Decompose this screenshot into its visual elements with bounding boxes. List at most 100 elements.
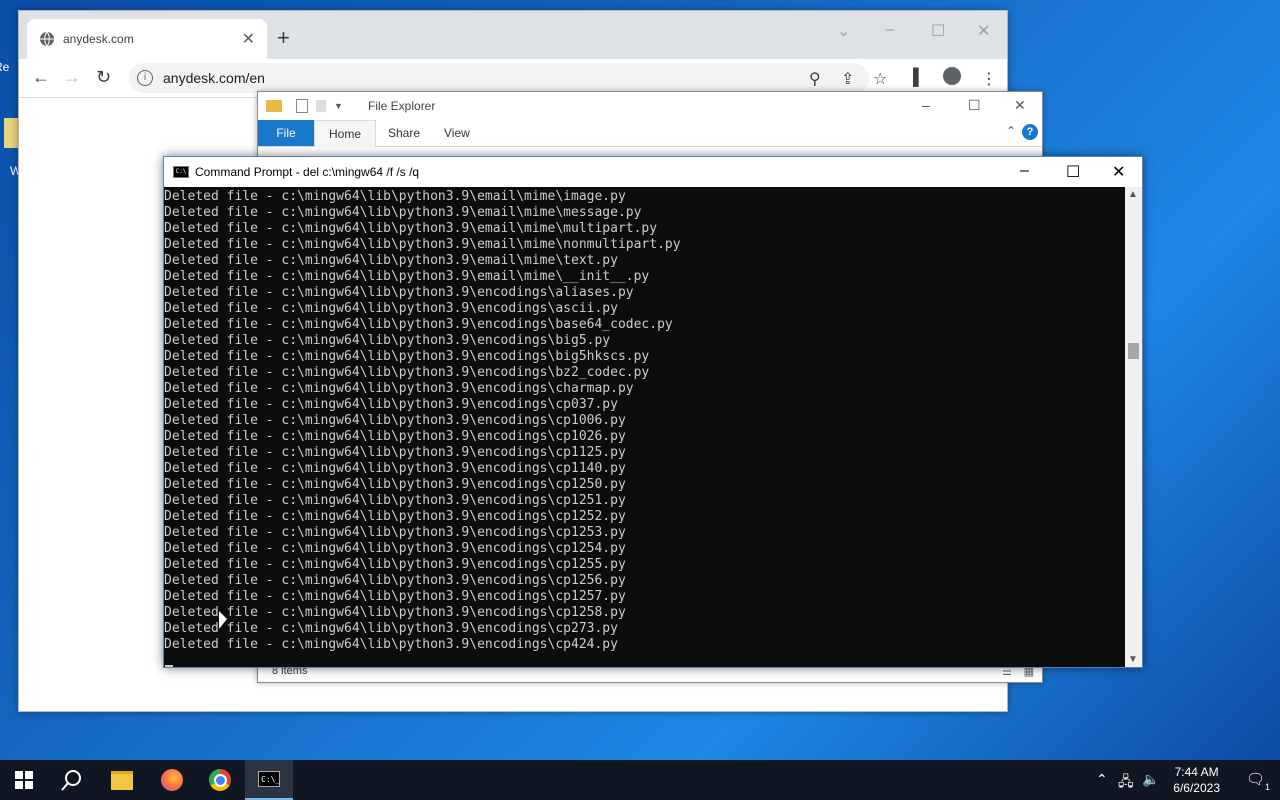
console-line: Deleted file - c:\mingw64\lib\python3.9\…	[164, 301, 618, 316]
explorer-titlebar: ▼ File Explorer – ☐ ✕	[258, 92, 1042, 120]
start-button[interactable]	[0, 760, 48, 800]
console-line: Deleted file - c:\mingw64\lib\python3.9\…	[164, 333, 611, 348]
taskbar-chrome[interactable]	[196, 760, 244, 800]
taskbar-command-prompt[interactable]: C:\_	[245, 760, 293, 800]
chrome-icon	[209, 769, 231, 791]
text-cursor	[165, 665, 173, 667]
zoom-search-icon[interactable]: ⚲	[809, 69, 821, 89]
clock-date: 6/6/2023	[1173, 781, 1220, 795]
console-line: Deleted file - c:\mingw64\lib\python3.9\…	[164, 189, 626, 204]
dropdown-arrow-icon[interactable]: ▼	[334, 101, 343, 111]
console-line: Deleted file - c:\mingw64\lib\python3.9\…	[164, 461, 626, 476]
menu-kebab-icon[interactable]: ⋮	[981, 69, 997, 89]
notification-count: 1	[1264, 782, 1270, 792]
tab-close-icon[interactable]: ✕	[242, 29, 255, 49]
console-line: Deleted file - c:\mingw64\lib\python3.9\…	[164, 317, 673, 332]
console-line: Deleted file - c:\mingw64\lib\python3.9\…	[164, 365, 650, 380]
show-hidden-icons-icon[interactable]: ⌃	[1096, 771, 1108, 788]
ribbon-tabs: File Home Share View ⌃ ?	[258, 120, 1042, 147]
taskbar-file-explorer[interactable]	[98, 760, 146, 800]
console-line: Deleted file - c:\mingw64\lib\python3.9\…	[164, 285, 634, 300]
maximize-icon[interactable]: ☐	[931, 21, 945, 41]
close-icon[interactable]: ✕	[1014, 97, 1026, 114]
action-center-button[interactable]: 🗨 1	[1246, 770, 1270, 792]
console-line: Deleted file - c:\mingw64\lib\python3.9\…	[164, 205, 642, 220]
share-icon[interactable]: ⇪	[841, 69, 854, 89]
console-line: Deleted file - c:\mingw64\lib\python3.9\…	[164, 637, 618, 652]
console-line: Deleted file - c:\mingw64\lib\python3.9\…	[164, 477, 626, 492]
tab-file[interactable]: File	[258, 120, 314, 146]
console-line: Deleted file - c:\mingw64\lib\python3.9\…	[164, 445, 626, 460]
folder-icon	[266, 100, 282, 112]
console-line: Deleted file - c:\mingw64\lib\python3.9\…	[164, 413, 626, 428]
site-info-icon[interactable]: i	[137, 70, 153, 86]
search-icon	[61, 770, 81, 791]
console-line: Deleted file - c:\mingw64\lib\python3.9\…	[164, 221, 658, 236]
console-line: Deleted file - c:\mingw64\lib\python3.9\…	[164, 541, 626, 556]
system-clock[interactable]: 7:44 AM 6/6/2023	[1173, 764, 1220, 796]
minimize-icon[interactable]: –	[885, 21, 894, 39]
search-button[interactable]	[48, 760, 96, 800]
profile-avatar-icon[interactable]	[943, 67, 961, 85]
console-line: Deleted file - c:\mingw64\lib\python3.9\…	[164, 397, 618, 412]
tab-title: anydesk.com	[63, 32, 134, 46]
new-folder-icon[interactable]	[316, 100, 326, 112]
address-bar[interactable]: i anydesk.com/en	[129, 63, 869, 93]
tab-share[interactable]: Share	[374, 120, 434, 146]
console-line: Deleted file - c:\mingw64\lib\python3.9\…	[164, 621, 618, 636]
firefox-icon	[161, 769, 183, 791]
forward-icon[interactable]: →	[63, 67, 81, 88]
desktop-icon-label: Re	[0, 60, 10, 74]
chrome-tab-active[interactable]: anydesk.com ✕	[27, 19, 267, 59]
file-explorer-icon	[111, 770, 133, 790]
console-line: Deleted file - c:\mingw64\lib\python3.9\…	[164, 429, 626, 444]
console-line: Deleted file - c:\mingw64\lib\python3.9\…	[164, 589, 626, 604]
scroll-down-icon[interactable]: ▼	[1128, 654, 1138, 665]
reload-icon[interactable]: ↻	[96, 67, 111, 88]
maximize-icon[interactable]: ☐	[968, 97, 981, 114]
console-line: Deleted file - c:\mingw64\lib\python3.9\…	[164, 557, 626, 572]
properties-icon[interactable]	[296, 99, 308, 113]
console-line: Deleted file - c:\mingw64\lib\python3.9\…	[164, 525, 626, 540]
side-panel-icon[interactable]: ▌	[913, 69, 924, 87]
new-tab-button[interactable]: +	[277, 25, 290, 51]
command-prompt-icon: C:\_	[258, 771, 280, 787]
chrome-tabstrip: anydesk.com ✕ + ⌄ – ☐ ✕	[19, 11, 1007, 59]
explorer-title: File Explorer	[368, 99, 436, 113]
console-line: Deleted file - c:\mingw64\lib\python3.9\…	[164, 381, 634, 396]
help-icon[interactable]: ?	[1022, 124, 1038, 140]
cmd-title: Command Prompt - del c:\mingw64 /f /s /q	[195, 165, 420, 179]
console-line: Deleted file - c:\mingw64\lib\python3.9\…	[164, 269, 650, 284]
mouse-pointer-icon	[219, 611, 227, 629]
tab-search-icon[interactable]: ⌄	[837, 21, 850, 41]
cmd-titlebar: C:\ Command Prompt - del c:\mingw64 /f /…	[164, 157, 1142, 187]
console-line: Deleted file - c:\mingw64\lib\python3.9\…	[164, 605, 626, 620]
close-icon[interactable]: ✕	[1112, 162, 1125, 182]
console-line: Deleted file - c:\mingw64\lib\python3.9\…	[164, 349, 650, 364]
clock-time: 7:44 AM	[1174, 765, 1219, 779]
globe-icon	[40, 31, 54, 47]
scroll-up-icon[interactable]: ▲	[1128, 189, 1138, 200]
tab-home[interactable]: Home	[314, 120, 377, 147]
network-icon[interactable]: 🖧	[1118, 771, 1134, 795]
back-icon[interactable]: ←	[32, 67, 50, 88]
folder-icon	[4, 118, 18, 148]
bookmark-star-icon[interactable]: ☆	[873, 69, 887, 89]
console-line: Deleted file - c:\mingw64\lib\python3.9\…	[164, 509, 626, 524]
command-prompt-window: C:\ Command Prompt - del c:\mingw64 /f /…	[163, 156, 1143, 668]
volume-muted-icon[interactable]: 🔈	[1142, 771, 1159, 788]
console-output[interactable]: Deleted file - c:\mingw64\lib\python3.9\…	[164, 187, 1124, 669]
close-icon[interactable]: ✕	[977, 21, 990, 41]
collapse-ribbon-icon[interactable]: ⌃	[1006, 124, 1016, 138]
tab-view[interactable]: View	[430, 120, 484, 146]
maximize-icon[interactable]: ☐	[1066, 162, 1080, 182]
console-line: Deleted file - c:\mingw64\lib\python3.9\…	[164, 493, 626, 508]
vertical-scrollbar[interactable]: ▲ ▼	[1125, 187, 1142, 667]
command-prompt-icon: C:\	[173, 166, 189, 178]
minimize-icon[interactable]: –	[1020, 162, 1029, 180]
taskbar: C:\_ ⌃ 🖧 🔈 7:44 AM 6/6/2023 🗨 1	[0, 760, 1280, 800]
taskbar-firefox[interactable]	[148, 760, 196, 800]
scrollbar-thumb[interactable]	[1128, 343, 1139, 359]
minimize-icon[interactable]: –	[922, 97, 930, 113]
console-line: Deleted file - c:\mingw64\lib\python3.9\…	[164, 237, 681, 252]
